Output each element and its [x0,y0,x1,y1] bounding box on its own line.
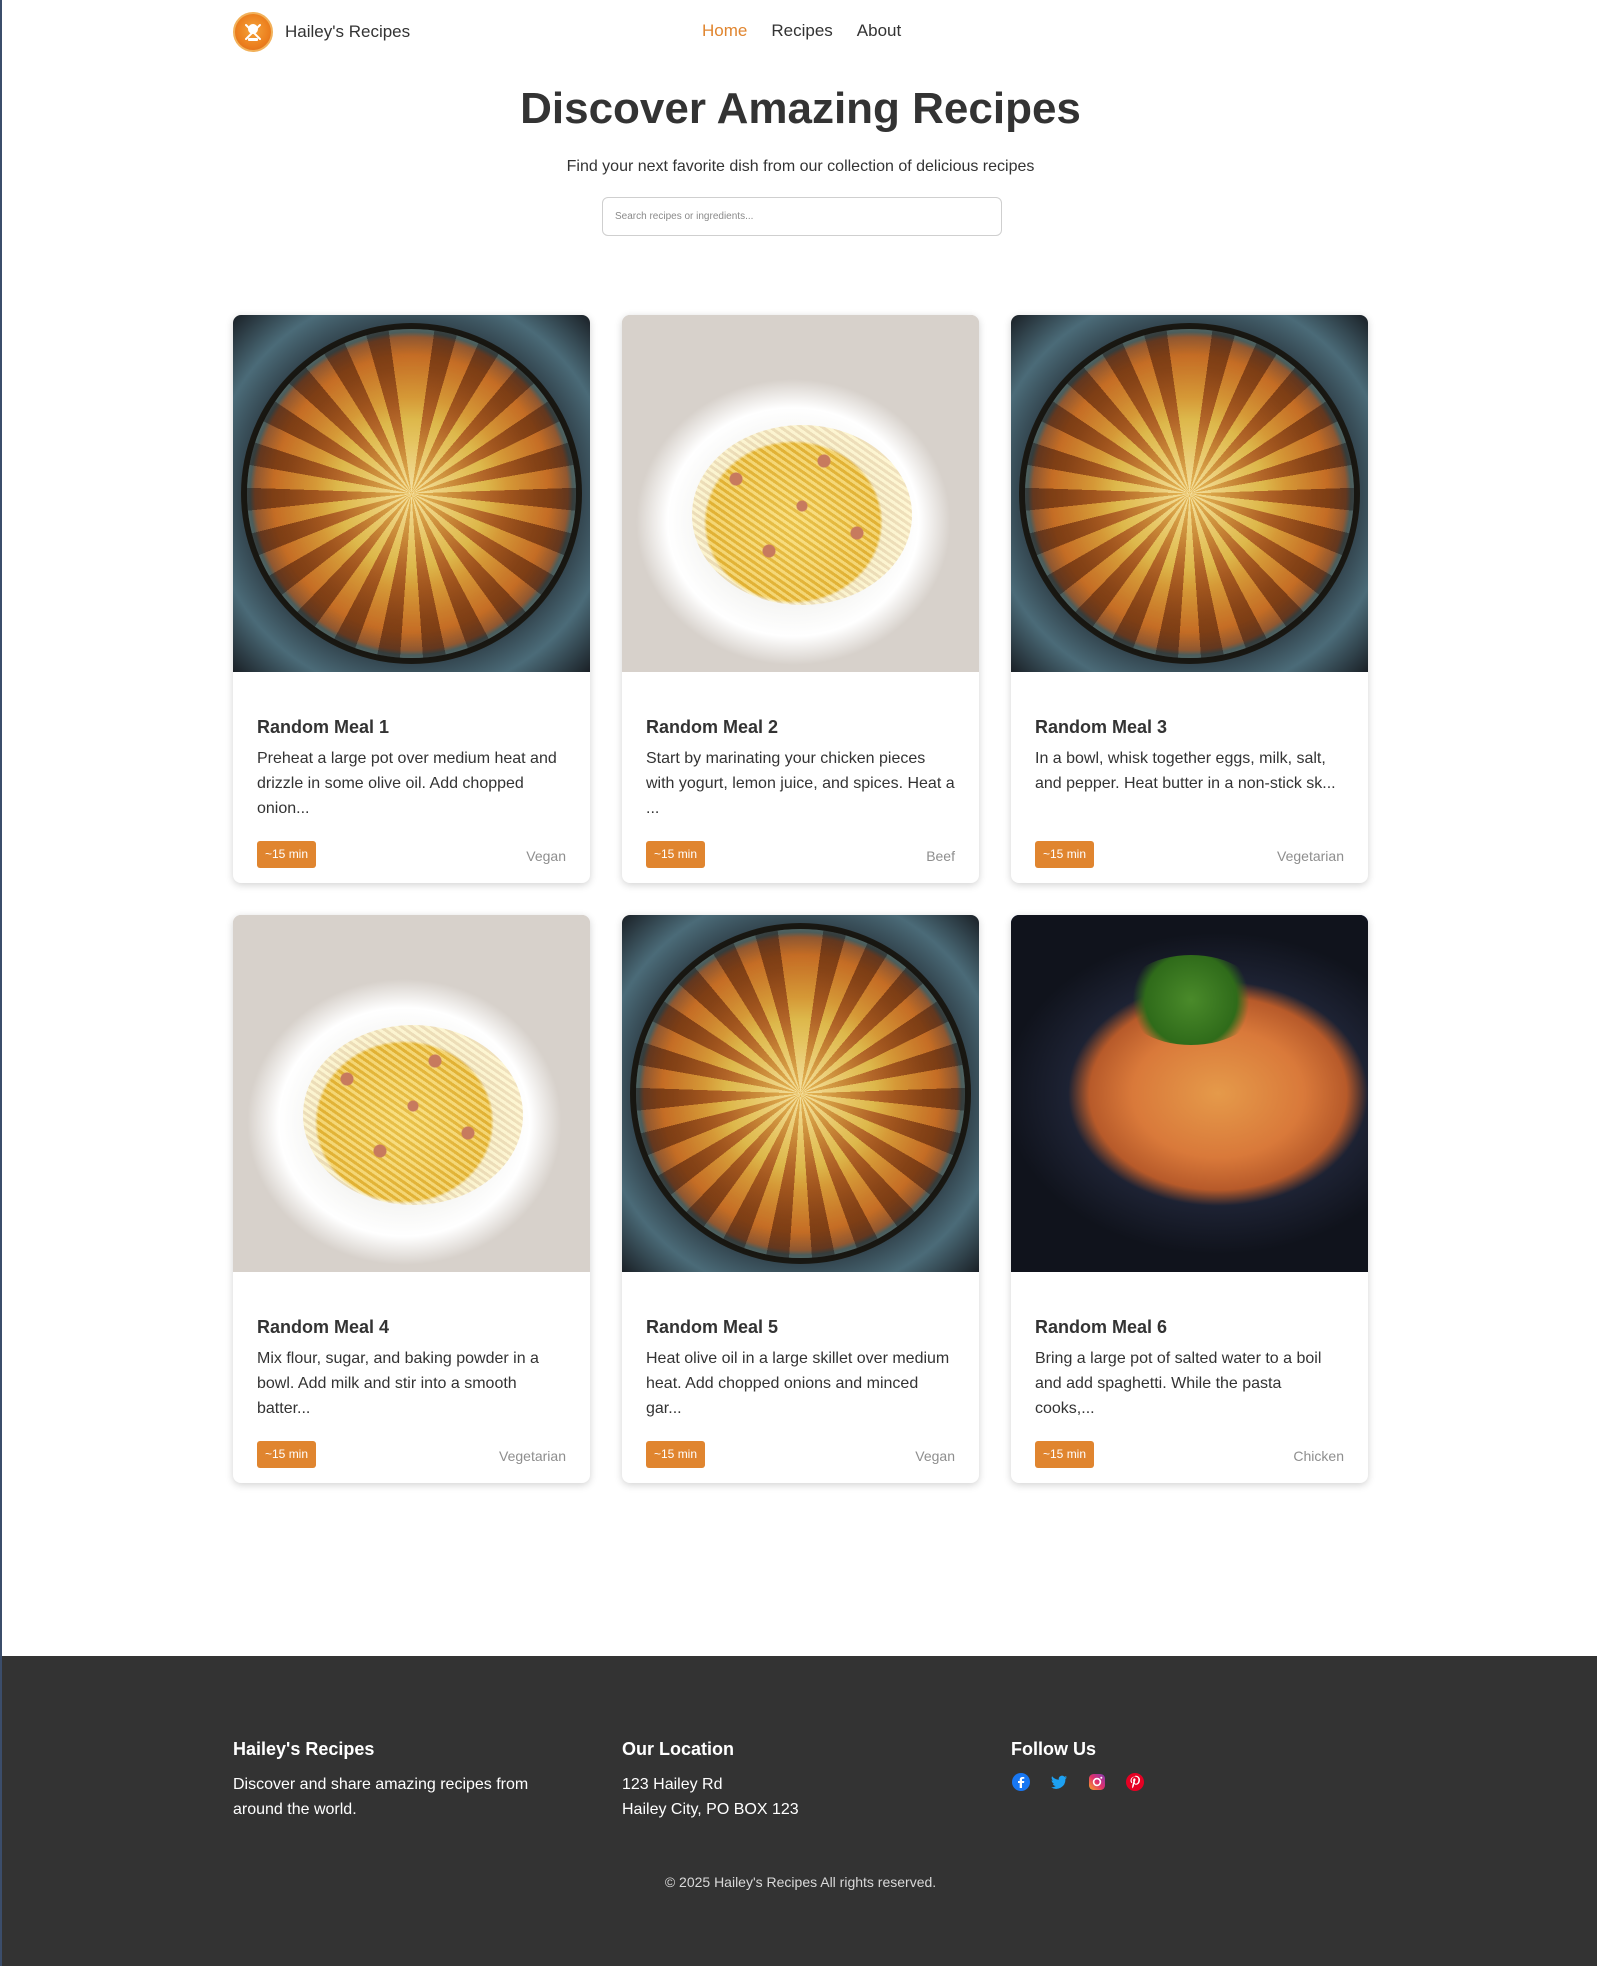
cook-time-badge: ~15 min [257,1441,317,1468]
cook-time-badge: ~15 min [646,1441,706,1468]
recipe-title: Random Meal 4 [257,1317,390,1337]
recipe-title: Random Meal 2 [646,717,779,737]
recipe-image [622,915,979,1272]
recipe-category: Vegetarian [1277,848,1344,864]
recipe-image [1011,315,1368,672]
cook-time-badge: ~15 min [1035,1441,1095,1468]
chef-logo-icon [233,12,273,52]
social-links [1011,1772,1351,1792]
nav-about-link[interactable]: About [857,21,901,41]
nav-links: Home Recipes About [702,21,901,41]
footer-about-title: Hailey's Recipes [233,1739,375,1759]
recipe-category: Vegan [526,848,566,864]
footer-location: Our Location 123 Hailey Rd Hailey City, … [622,1739,962,1822]
recipe-image [1011,915,1368,1272]
recipe-card[interactable]: Random Meal 4 Mix flour, sugar, and baki… [233,915,590,1483]
pinterest-icon[interactable] [1125,1772,1145,1792]
recipe-image [233,315,590,672]
footer-about-text: Discover and share amazing recipes from … [233,1776,529,1818]
recipe-category: Vegetarian [499,1448,566,1464]
recipe-category: Chicken [1293,1448,1344,1464]
footer-address-line2: Hailey City, PO BOX 123 [622,1801,799,1818]
recipe-description: Heat olive oil in a large skillet over m… [646,1350,950,1417]
hero-subtitle: Find your next favorite dish from our co… [566,158,1035,175]
footer-location-title: Our Location [622,1739,734,1759]
recipe-title: Random Meal 1 [257,717,390,737]
recipe-description: In a bowl, whisk together eggs, milk, sa… [1035,750,1336,792]
recipe-description: Preheat a large pot over medium heat and… [257,750,557,817]
recipe-title: Random Meal 5 [646,1317,779,1337]
instagram-icon[interactable] [1087,1772,1107,1792]
recipe-search-input[interactable] [602,197,1002,236]
recipe-image [622,315,979,672]
recipe-title: Random Meal 3 [1035,717,1168,737]
copyright-text: © 2025 Hailey's Recipes All rights reser… [664,1874,937,1890]
cook-time-badge: ~15 min [646,841,706,868]
nav-home-link[interactable]: Home [702,21,747,41]
recipe-category: Vegan [915,1448,955,1464]
recipe-description: Bring a large pot of salted water to a b… [1035,1350,1322,1417]
recipe-category: Beef [926,848,955,864]
recipe-card[interactable]: Random Meal 6 Bring a large pot of salte… [1011,915,1368,1483]
site-footer: Hailey's Recipes Discover and share amaz… [2,1656,1597,1966]
brand-link[interactable]: Hailey's Recipes [233,12,410,52]
recipe-card[interactable]: Random Meal 1 Preheat a large pot over m… [233,315,590,883]
top-navbar: Hailey's Recipes Home Recipes About [2,0,1597,64]
recipe-card[interactable]: Random Meal 5 Heat olive oil in a large … [622,915,979,1483]
footer-about: Hailey's Recipes Discover and share amaz… [233,1739,573,1822]
footer-social: Follow Us [1011,1739,1351,1792]
nav-recipes-link[interactable]: Recipes [771,21,832,41]
hero-title: Discover Amazing Recipes [520,84,1081,133]
recipe-card[interactable]: Random Meal 3 In a bowl, whisk together … [1011,315,1368,883]
recipe-title: Random Meal 6 [1035,1317,1168,1337]
recipe-card[interactable]: Random Meal 2 Start by marinating your c… [622,315,979,883]
brand-name: Hailey's Recipes [285,22,411,41]
twitter-icon[interactable] [1049,1772,1069,1792]
recipe-image [233,915,590,1272]
facebook-icon[interactable] [1011,1772,1031,1792]
footer-follow-title: Follow Us [1011,1739,1096,1759]
recipe-description: Mix flour, sugar, and baking powder in a… [257,1350,539,1417]
cook-time-badge: ~15 min [257,841,317,868]
recipe-description: Start by marinating your chicken pieces … [646,750,955,817]
cook-time-badge: ~15 min [1035,841,1095,868]
footer-address-line1: 123 Hailey Rd [622,1776,723,1793]
